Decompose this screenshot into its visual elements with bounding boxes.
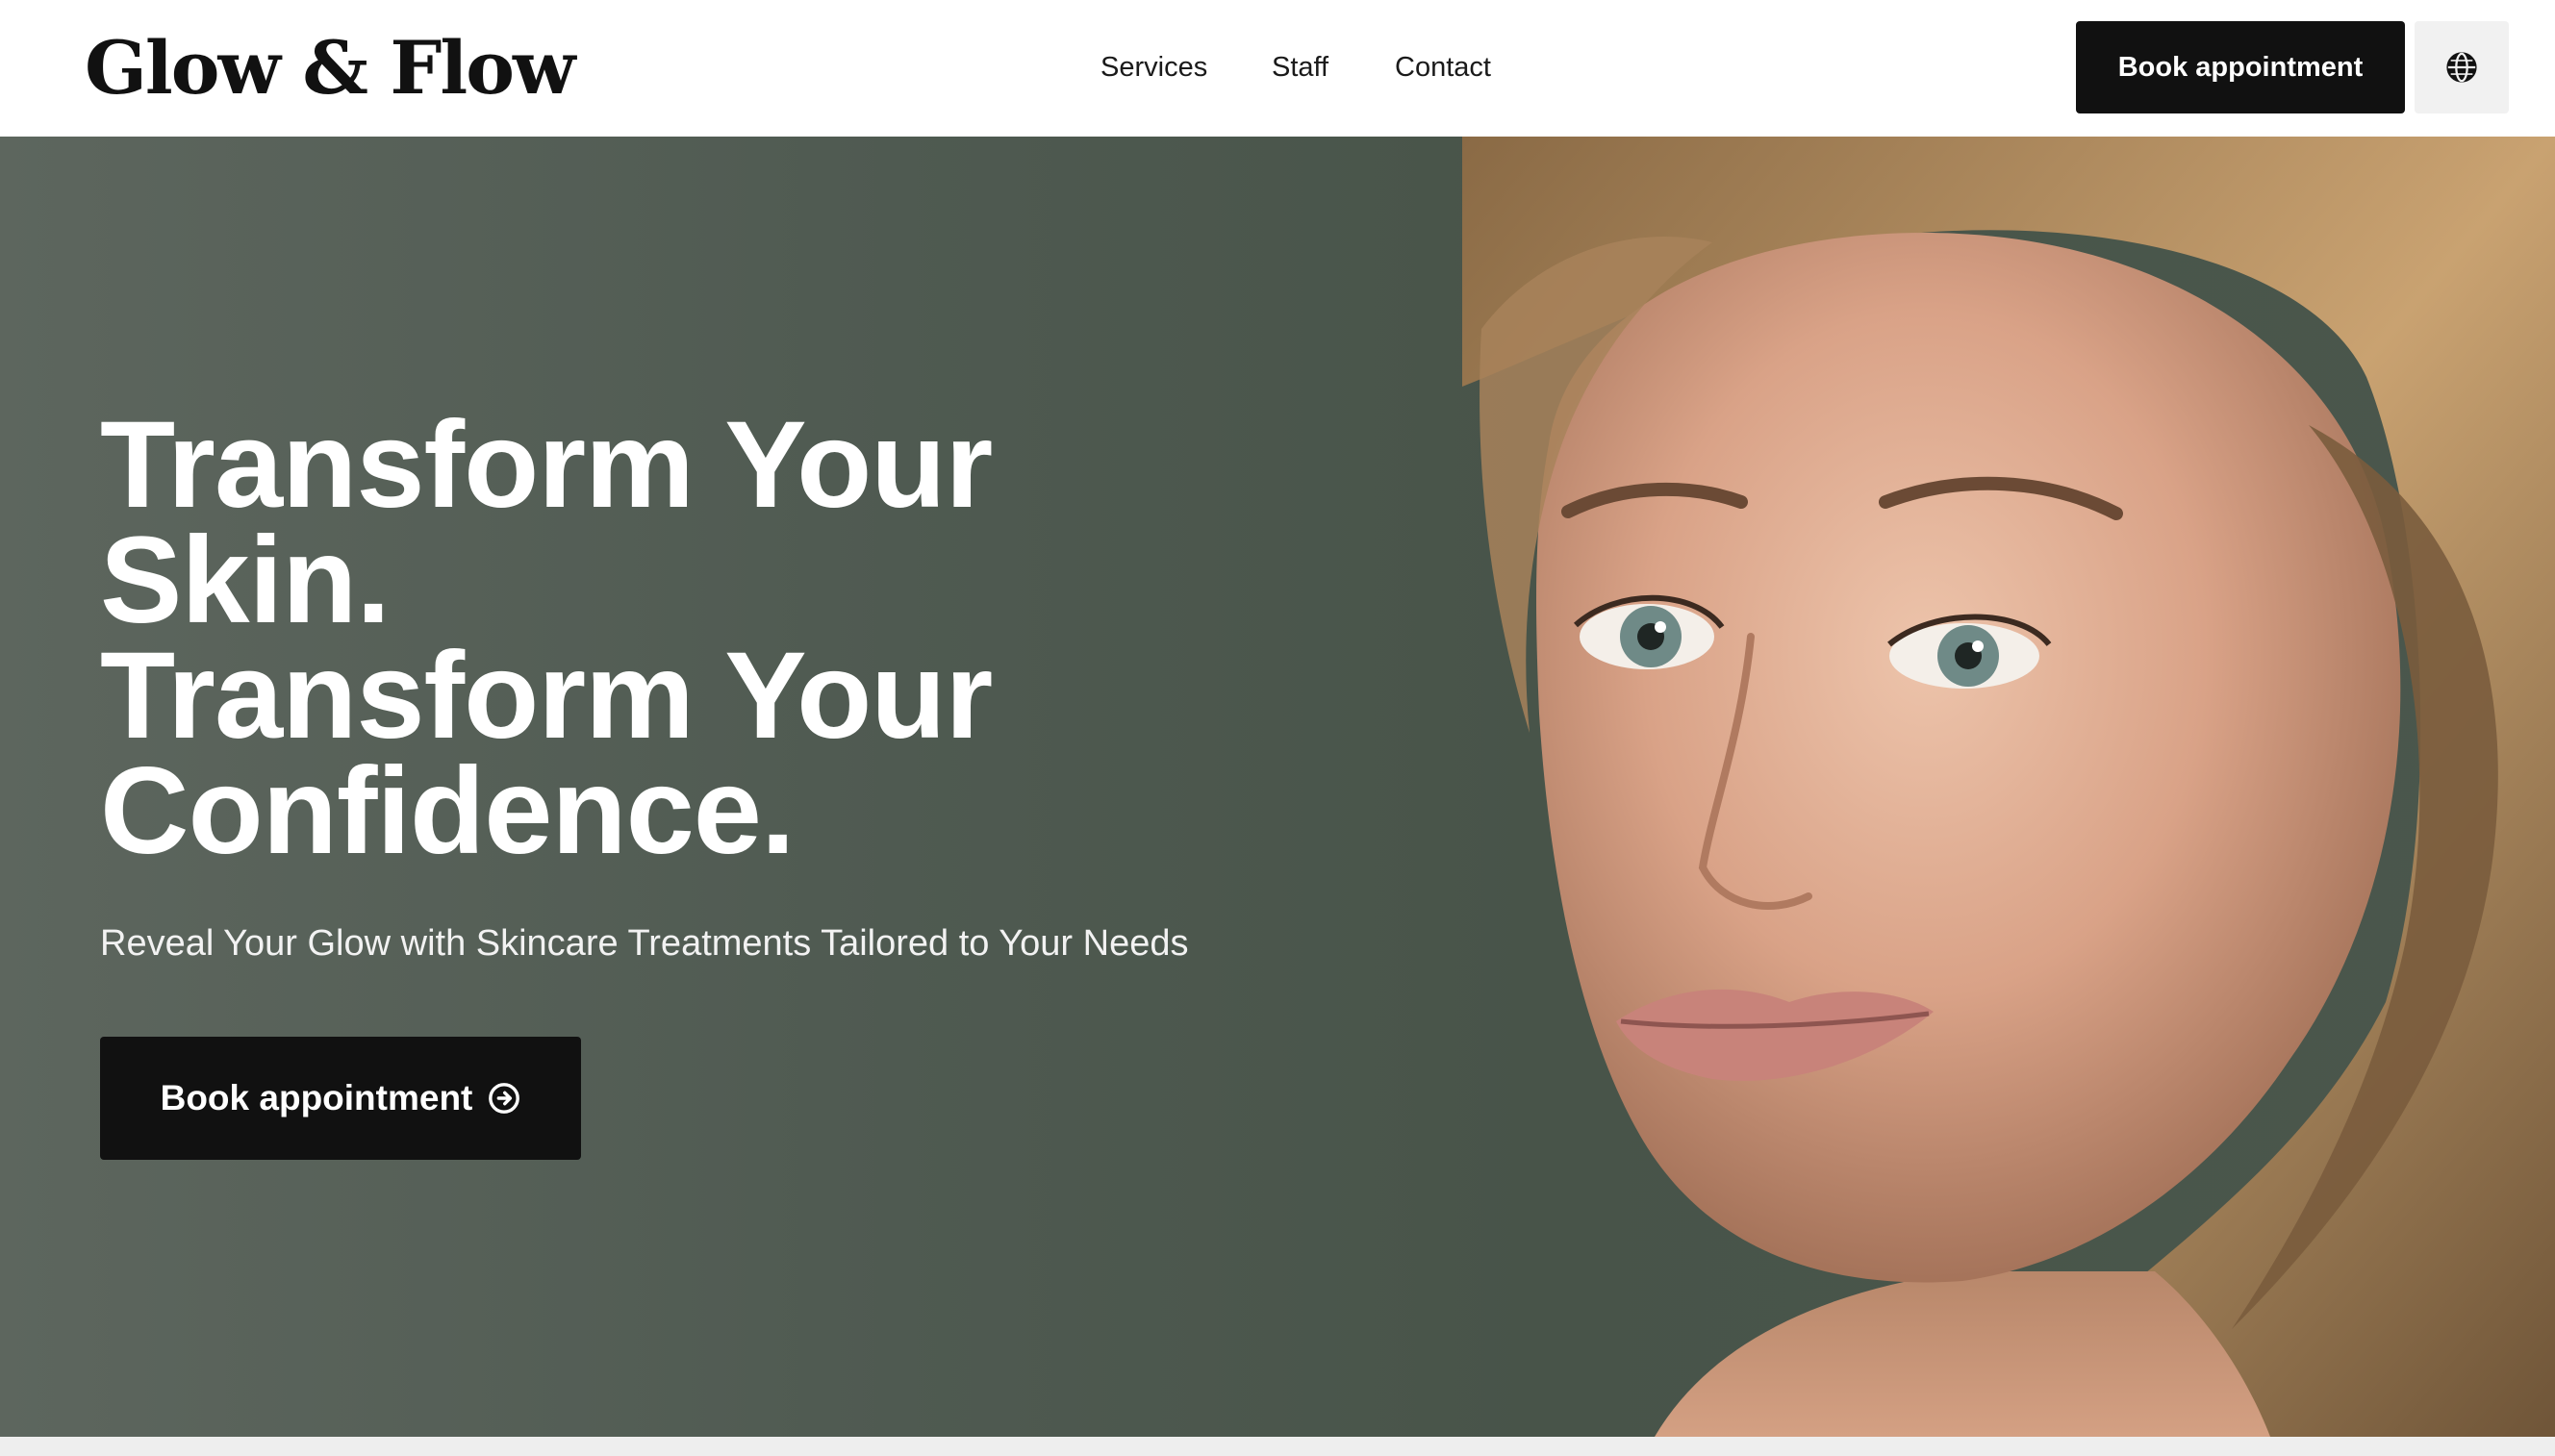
site-logo[interactable]: Glow & Flow (85, 23, 575, 113)
portrait-photo (1462, 137, 2555, 1437)
site-header: Glow & Flow Services Staff Contact Book … (0, 0, 2555, 137)
hero-button-label: Book appointment (160, 1078, 473, 1117)
hero-title-line: Transform Your (100, 396, 993, 534)
hero-book-appointment-button[interactable]: Book appointment (100, 1037, 581, 1160)
globe-icon (2446, 52, 2477, 83)
header-book-appointment-button[interactable]: Book appointment (2076, 21, 2405, 113)
hero-title: Transform Your Skin. Transform Your Conf… (100, 396, 993, 880)
hero-section: Transform Your Skin. Transform Your Conf… (0, 137, 2555, 1437)
arrow-circle-right-icon (489, 1083, 520, 1114)
hero-subtitle: Reveal Your Glow with Skincare Treatment… (100, 923, 1189, 964)
language-button[interactable] (2415, 21, 2509, 113)
nav-link-contact[interactable]: Contact (1395, 48, 1491, 87)
page-footer-strip (0, 1437, 2555, 1456)
nav-link-staff[interactable]: Staff (1272, 48, 1328, 87)
nav-link-services[interactable]: Services (1100, 48, 1207, 87)
hero-title-line: Transform Your (100, 627, 993, 765)
hero-title-line: Skin. (100, 512, 391, 649)
hero-title-line: Confidence. (100, 742, 796, 880)
